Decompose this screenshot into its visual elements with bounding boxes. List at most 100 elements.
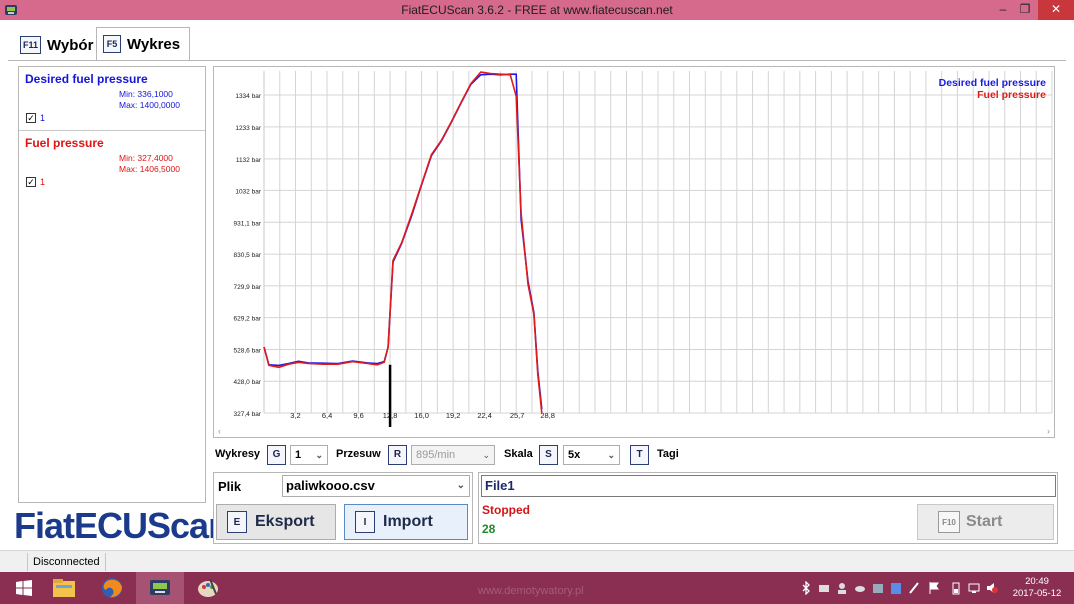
tray-app-icon[interactable]: [872, 581, 884, 595]
import-key: I: [355, 511, 375, 533]
status-bar: Disconnected: [0, 550, 1074, 572]
y-tick-label: 428,0 bar: [234, 379, 262, 386]
tab-wybor-label: Wybór: [47, 36, 94, 54]
wykresy-select[interactable]: 1 ⌄: [290, 445, 328, 465]
start-label: Start: [966, 513, 1003, 530]
tray-user-icon[interactable]: [836, 581, 848, 595]
window-title: FiatECUScan 3.6.2 - FREE at www.fiatecus…: [401, 3, 673, 17]
skala-key[interactable]: S: [539, 445, 558, 465]
connection-status: Disconnected: [27, 553, 106, 571]
file-label: Plik: [218, 479, 242, 494]
legend-entry: Desired fuel pressure: [939, 77, 1047, 89]
przesuw-label: Przesuw: [336, 448, 381, 460]
paint-palette-icon: [198, 578, 218, 597]
file-select[interactable]: paliwkooo.csv ⌄: [282, 475, 470, 497]
sensor-list: Desired fuel pressure Min: 336,1000 Max:…: [18, 66, 206, 503]
tab-wybor-key: F11: [20, 36, 42, 54]
sensor-checkbox[interactable]: ✓: [26, 177, 36, 187]
chevron-down-icon: ⌄: [607, 450, 615, 460]
sample-count: 28: [482, 522, 496, 536]
skala-select[interactable]: 5x ⌄: [563, 445, 620, 465]
file-selected-value: paliwkooo.csv: [286, 478, 375, 493]
export-label: Eksport: [255, 513, 315, 530]
taskbar-clock[interactable]: 20:49 2017-05-12: [1010, 576, 1064, 600]
firefox-icon: [102, 578, 122, 598]
tab-wybor[interactable]: F11 Wybór: [14, 30, 96, 60]
chart-hscrollbar[interactable]: ‹ ›: [214, 426, 1054, 437]
tray-cloud-icon[interactable]: [854, 581, 866, 595]
tagi-key[interactable]: T: [630, 445, 649, 465]
skala-value: 5x: [568, 449, 581, 461]
x-tick-label: 19,2: [446, 411, 461, 420]
flag-icon[interactable]: [928, 581, 940, 595]
tray-pen-icon[interactable]: [908, 581, 920, 595]
legend-entry: Fuel pressure: [977, 89, 1046, 101]
sensor-name: Desired fuel pressure: [25, 72, 148, 86]
sensor-max: Max: 1400,0000: [119, 100, 180, 110]
restore-button[interactable]: ❐: [1012, 0, 1038, 20]
taskbar-explorer[interactable]: [40, 572, 88, 604]
import-button[interactable]: I Import: [344, 504, 468, 540]
scroll-right-icon[interactable]: ›: [1047, 426, 1050, 436]
clock-date: 2017-05-12: [1012, 588, 1062, 599]
przesuw-key[interactable]: R: [388, 445, 407, 465]
start-button[interactable]: F10 Start: [917, 504, 1054, 540]
export-key: E: [227, 511, 247, 533]
folder-icon: [53, 579, 75, 597]
y-tick-label: 830,5 bar: [234, 252, 262, 259]
y-tick-label: 1132 bar: [236, 157, 262, 164]
scroll-left-icon[interactable]: ‹: [218, 426, 221, 436]
sensor-max: Max: 1406,5000: [119, 164, 180, 174]
x-tick-label: 16,0: [414, 411, 429, 420]
taskbar-firefox[interactable]: [88, 572, 136, 604]
status-panel: File1 Stopped 28 F10 Start: [478, 472, 1058, 544]
y-tick-label: 1334 bar: [235, 93, 261, 100]
tab-wykres[interactable]: F5 Wykres: [96, 27, 190, 60]
sensor-name: Fuel pressure: [25, 136, 104, 150]
title-bar: FiatECUScan 3.6.2 - FREE at www.fiatecus…: [0, 0, 1074, 20]
bluetooth-icon[interactable]: [800, 581, 812, 595]
tab-wykres-label: Wykres: [127, 35, 181, 53]
x-tick-label: 28,8: [540, 411, 555, 420]
watermark-text: www.demotywatory.pl: [478, 585, 584, 597]
przesuw-select[interactable]: 895/min ⌄: [411, 445, 495, 465]
y-tick-label: 629,2 bar: [234, 316, 262, 323]
wykresy-key[interactable]: G: [267, 445, 286, 465]
tagi-label[interactable]: Tagi: [657, 448, 679, 460]
tray-blue-icon[interactable]: [890, 581, 902, 595]
chart-panel: 327,4 bar 428,0 bar 528,6 bar 629,2 bar 729,…: [213, 66, 1055, 438]
close-button[interactable]: ✕: [1038, 0, 1074, 20]
run-state: Stopped: [482, 503, 530, 517]
sensor-fuel-pressure[interactable]: Fuel pressure Min: 327,4000 Max: 1406,50…: [19, 131, 205, 195]
x-tick-label: 6,4: [322, 411, 332, 420]
x-tick-label: 25,7: [510, 411, 525, 420]
export-button[interactable]: E Eksport: [216, 504, 336, 540]
fiatecuscan-window: FiatECUScan 3.6.2 - FREE at www.fiatecus…: [0, 0, 1074, 604]
y-tick-label: 931,1 bar: [234, 220, 262, 227]
y-tick-label: 327,4 bar: [234, 411, 262, 418]
chevron-down-icon: ⌄: [315, 450, 323, 460]
wykresy-value: 1: [295, 449, 302, 461]
sensor-checkbox[interactable]: ✓: [26, 113, 36, 123]
x-tick-label: 22,4: [477, 411, 492, 420]
x-tick-label: 9,6: [353, 411, 363, 420]
sensor-check-label: 1: [40, 177, 46, 187]
y-tick-label: 1233 bar: [235, 125, 261, 132]
tray-device-icon[interactable]: [818, 581, 830, 595]
network-icon[interactable]: [968, 581, 980, 595]
volume-muted-icon[interactable]: [986, 581, 998, 595]
y-tick-label: 1032 bar: [235, 188, 261, 195]
tab-wykres-key: F5: [103, 35, 121, 53]
sensor-min: Min: 327,4000: [119, 153, 173, 163]
battery-icon[interactable]: [950, 581, 962, 595]
windows-logo-icon: [16, 580, 32, 596]
skala-label: Skala: [504, 448, 533, 460]
tab-divider: [8, 60, 1066, 61]
file-panel: Plik paliwkooo.csv ⌄ E Eksport I Import: [213, 472, 473, 544]
sensor-desired-fuel-pressure[interactable]: Desired fuel pressure Min: 336,1000 Max:…: [19, 67, 205, 131]
taskbar-fiatecuscan[interactable]: [136, 572, 184, 604]
file-name-field[interactable]: File1: [481, 475, 1056, 497]
start-key: F10: [938, 511, 960, 533]
taskbar-paint[interactable]: [184, 572, 232, 604]
fiatecuscan-app-icon: [150, 580, 170, 595]
